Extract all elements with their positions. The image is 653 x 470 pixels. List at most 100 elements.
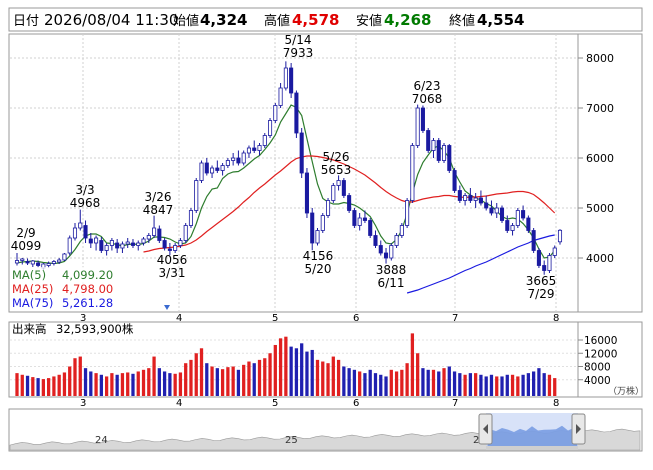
volume-bar — [347, 368, 351, 396]
annotation-bottom: 7933 — [283, 46, 314, 60]
volume-unit: （万株） — [608, 385, 644, 397]
annotation-top: 4056 — [157, 253, 188, 267]
volume-bar — [431, 369, 436, 396]
candle-body — [88, 238, 93, 244]
volume-bar — [505, 374, 509, 396]
volume-bar — [437, 371, 441, 396]
annotation-top: 3/26 — [145, 190, 172, 204]
candle — [341, 178, 346, 198]
ma75-label: MA(75) — [12, 296, 53, 310]
candle-body — [499, 207, 505, 221]
volume-bar — [162, 371, 167, 396]
candle — [426, 128, 431, 153]
candle-body — [225, 160, 230, 166]
volume-bar — [15, 373, 19, 396]
volume-bar — [268, 353, 272, 396]
candle-body — [262, 135, 267, 146]
candle-body — [310, 212, 315, 244]
candle-body — [83, 225, 88, 239]
candle-body — [152, 227, 157, 236]
annotation-bottom: 5653 — [321, 163, 352, 177]
candle — [389, 243, 394, 261]
annotation-top: 3888 — [376, 263, 407, 277]
volume-bar — [495, 376, 499, 396]
header-bar: 日付 2026/08/04 11:30 始値 4,324 高値 4,578 安値… — [8, 7, 643, 32]
candle-body — [394, 235, 399, 246]
date-label: 日付 — [13, 14, 39, 29]
candle-body — [468, 195, 473, 201]
y-tick-label: 8000 — [586, 52, 614, 65]
candle-body — [526, 217, 531, 231]
candle — [320, 213, 325, 233]
candle-body — [136, 242, 141, 246]
candle-body — [473, 197, 478, 201]
volume-bar — [46, 378, 51, 396]
candle-body — [72, 227, 78, 239]
close-value: 4,554 — [477, 11, 524, 29]
volume-bar — [115, 374, 119, 396]
annotation-top: 3665 — [526, 274, 557, 288]
volume-bar — [231, 366, 235, 396]
volume-bar — [315, 359, 320, 396]
annotation-bottom: 7068 — [412, 92, 443, 106]
volume-bar — [36, 378, 40, 396]
annotation-bottom: 3/31 — [159, 266, 186, 280]
candle — [415, 104, 420, 148]
candle-body — [130, 242, 136, 246]
candle-body — [14, 260, 20, 264]
navigator-scrollbar[interactable] — [486, 446, 578, 450]
navigator-right-handle[interactable] — [571, 413, 586, 445]
volume-bar — [479, 374, 483, 396]
volume-bar — [526, 373, 531, 396]
candle — [289, 63, 294, 98]
volume-bar — [94, 373, 98, 396]
volume-bar — [452, 371, 457, 396]
candle-body — [352, 210, 357, 226]
volume-bar — [136, 371, 140, 396]
candle-body — [373, 235, 378, 246]
volume-label: 出来高 — [12, 322, 47, 336]
range-navigator[interactable]: 242526 — [8, 408, 643, 452]
volume-bar — [205, 363, 209, 396]
x-tick-label: 4 — [176, 398, 182, 409]
candle-body — [46, 263, 51, 266]
candle — [347, 193, 352, 213]
x-tick-label: 8 — [553, 398, 559, 409]
volume-bar — [289, 346, 293, 396]
volume-bar — [284, 336, 288, 396]
volume-bar — [537, 368, 541, 396]
volume-bar — [184, 363, 188, 396]
volume-bar — [379, 374, 383, 396]
candle — [188, 208, 194, 228]
candle — [299, 128, 304, 178]
candle-body — [246, 147, 251, 154]
candle-body — [231, 157, 236, 161]
ma25-label: MA(25) — [12, 282, 53, 296]
volume-bar — [463, 374, 467, 396]
y-tick-label: 5000 — [586, 202, 614, 215]
volume-bar — [516, 376, 520, 396]
volume-bar — [458, 373, 462, 396]
candle-body — [199, 162, 204, 181]
volume-bar — [78, 356, 82, 396]
candle-body — [336, 180, 341, 186]
candle — [420, 105, 425, 133]
volume-bar — [73, 358, 77, 396]
volume-bar — [252, 363, 256, 396]
candle — [331, 183, 336, 203]
candle — [536, 248, 541, 268]
volume-bar — [236, 369, 241, 396]
x-tick-label: 7 — [452, 398, 458, 409]
volume-bar — [468, 373, 473, 396]
candle-body — [326, 200, 331, 216]
volume-bar — [442, 368, 446, 396]
volume-bar — [41, 379, 45, 396]
high-value: 4,578 — [292, 11, 339, 29]
candle — [352, 208, 357, 228]
candle-body — [494, 207, 499, 214]
candle-body — [257, 145, 262, 151]
navigator-left-handle[interactable] — [478, 413, 493, 445]
volume-bar — [199, 348, 204, 396]
candle-body — [441, 145, 447, 161]
volume-bar — [57, 374, 61, 396]
